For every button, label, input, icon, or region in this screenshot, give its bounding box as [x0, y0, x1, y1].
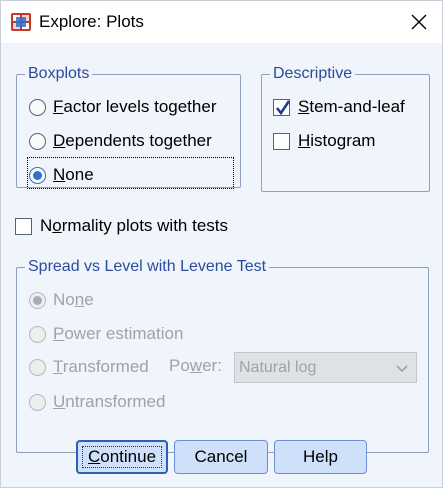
cancel-button[interactable]: Cancel: [174, 440, 268, 474]
radio-indicator: [29, 291, 46, 309]
descriptive-legend: Descriptive: [270, 64, 356, 84]
radio-indicator: [29, 393, 46, 411]
radio-label: Untransformed: [53, 392, 166, 411]
focus-outline: [27, 157, 234, 189]
focus-outline: [82, 446, 162, 468]
close-button[interactable]: [396, 1, 442, 43]
boxplots-legend: Boxplots: [25, 64, 93, 84]
cancel-label: Cancel: [194, 447, 248, 466]
title-bar: Explore: Plots: [1, 1, 442, 43]
checkbox-label: Stem-and-leaf: [298, 97, 405, 116]
radio-dependents-together[interactable]: Dependents together: [29, 129, 212, 153]
help-button[interactable]: Help: [274, 440, 367, 474]
checkbox-indicator: [273, 132, 290, 150]
chevron-down-icon: [396, 365, 408, 373]
checkbox-label: Normality plots with tests: [40, 216, 229, 235]
radio-label: Power estimation: [53, 324, 184, 343]
radio-power-estimation[interactable]: Power estimation: [29, 322, 183, 346]
radio-indicator: [29, 98, 46, 116]
close-icon: [411, 14, 427, 30]
spss-app-icon: [10, 12, 32, 32]
radio-label: Factor levels together: [53, 97, 217, 116]
power-label: Power:: [169, 356, 222, 375]
help-label: Help: [303, 447, 338, 466]
spread-vs-level-legend: Spread vs Level with Levene Test: [25, 257, 270, 277]
checkbox-label: Histogram: [298, 131, 376, 150]
power-select[interactable]: Natural log: [234, 352, 417, 383]
radio-indicator: [29, 325, 46, 343]
checkbox-histogram[interactable]: Histogram: [273, 129, 375, 153]
window-title: Explore: Plots: [39, 12, 144, 31]
radio-untransformed[interactable]: Untransformed: [29, 390, 165, 414]
checkbox-indicator: [15, 217, 32, 235]
checkmark-icon: [275, 99, 291, 115]
power-select-value: Natural log: [239, 358, 317, 376]
radio-spread-none[interactable]: None: [29, 288, 94, 312]
boxplots-group: Boxplots Factor levels together Dependen…: [16, 64, 241, 189]
radio-label: Transformed: [53, 357, 149, 376]
radio-transformed[interactable]: Transformed: [29, 355, 149, 379]
radio-label: None: [53, 290, 94, 309]
explore-plots-dialog: Explore: Plots Boxplots Factor levels to…: [0, 0, 443, 488]
dialog-content: Boxplots Factor levels together Dependen…: [1, 43, 442, 487]
descriptive-group: Descriptive Stem-and-leaf Histogram: [261, 64, 430, 192]
radio-factor-levels-together[interactable]: Factor levels together: [29, 95, 216, 119]
checkbox-stem-and-leaf[interactable]: Stem-and-leaf: [273, 95, 405, 119]
radio-label: Dependents together: [53, 131, 212, 150]
radio-indicator: [29, 358, 46, 376]
checkbox-indicator: [273, 98, 291, 116]
spread-vs-level-group: Spread vs Level with Levene Test None Po…: [16, 257, 429, 453]
continue-button[interactable]: Continue: [76, 440, 168, 474]
checkbox-normality-plots[interactable]: Normality plots with tests: [15, 214, 228, 238]
radio-indicator: [29, 132, 46, 150]
